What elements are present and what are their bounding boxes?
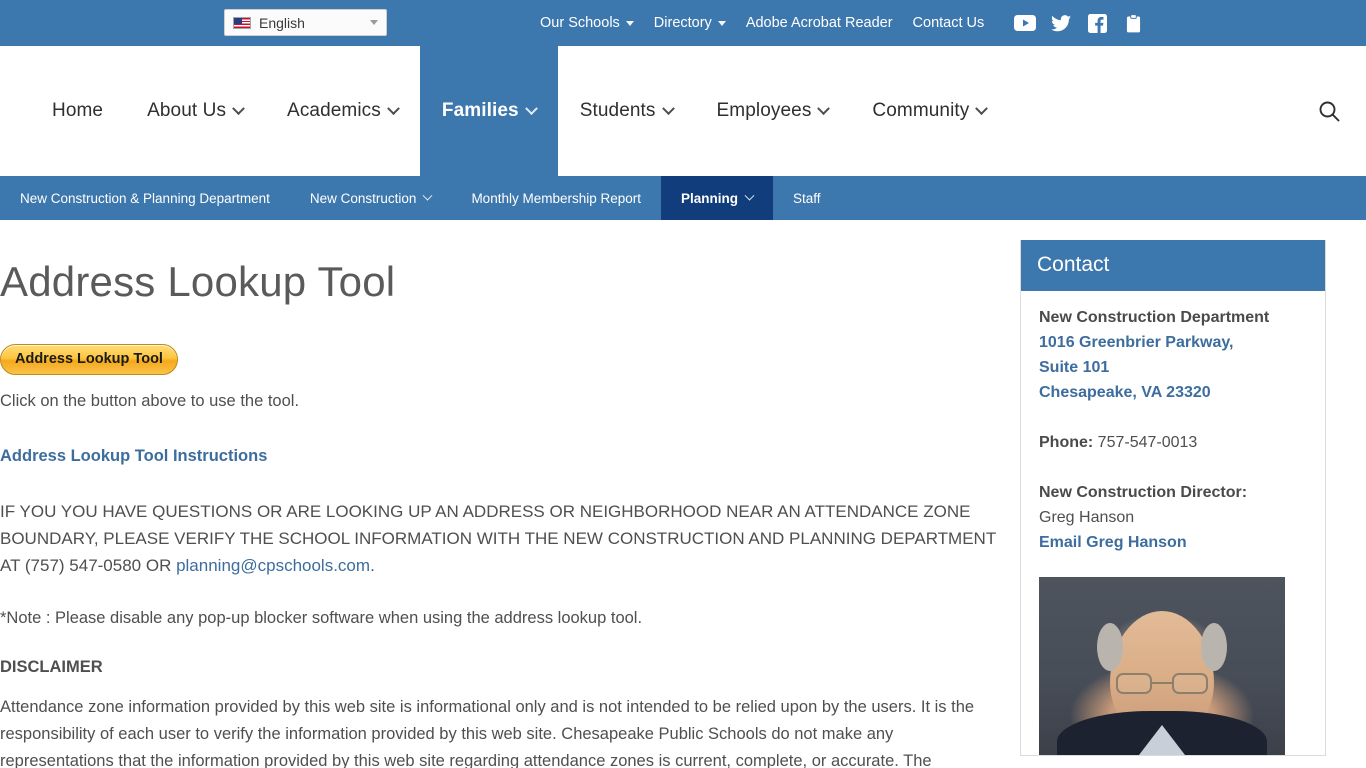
- nav-item-label: Employees: [716, 100, 812, 121]
- click-instruction-text: Click on the button above to use the too…: [0, 392, 300, 410]
- us-flag-icon: [233, 16, 251, 29]
- nav-item-label: Families: [441, 100, 519, 121]
- subnav-item-planning[interactable]: Planning: [661, 176, 774, 220]
- department-name: New Construction Department: [1039, 309, 1270, 326]
- popup-blocker-note: *Note : Please disable any pop-up blocke…: [0, 609, 643, 627]
- social-links: [1014, 12, 1144, 34]
- top-link-contact-us[interactable]: Contact Us: [903, 15, 995, 31]
- email-director-link[interactable]: Email Greg Hanson: [1039, 530, 1307, 555]
- top-utility-bar: English Our Schools Directory Adobe Acro…: [0, 0, 1366, 46]
- chevron-down-icon: [717, 20, 726, 26]
- top-link-label: Our Schools: [540, 15, 620, 31]
- main-nav-items: Home About Us Academics Families Student…: [30, 46, 1008, 176]
- address-lookup-tool-button[interactable]: Address Lookup Tool: [0, 344, 178, 375]
- main-content: Address Lookup Tool Address Lookup Tool …: [0, 220, 1060, 768]
- top-links: Our Schools Directory Adobe Acrobat Read…: [530, 0, 1144, 46]
- subnav-item-label: Monthly Membership Report: [471, 190, 642, 206]
- phone-row: Phone: 757-547-0013: [1039, 430, 1307, 455]
- nav-item-employees[interactable]: Employees: [695, 46, 851, 176]
- contact-widget-title: Contact: [1021, 240, 1325, 291]
- nav-item-label: Academics: [287, 100, 381, 121]
- chevron-down-icon: [370, 20, 378, 25]
- chevron-down-icon: [232, 101, 245, 115]
- chevron-down-icon: [975, 101, 989, 115]
- contact-widget-body: New Construction Department 1016 Greenbr…: [1021, 291, 1325, 755]
- subnav-item-label: New Construction: [309, 190, 417, 206]
- subnav-item-staff[interactable]: Staff: [773, 176, 841, 220]
- youtube-icon[interactable]: [1014, 12, 1037, 34]
- nav-item-community[interactable]: Community: [850, 46, 1008, 176]
- chevron-down-icon: [744, 190, 755, 201]
- director-label: New Construction Director:: [1039, 484, 1248, 501]
- director-name: Greg Hanson: [1039, 509, 1135, 526]
- chevron-down-icon: [422, 190, 433, 201]
- nav-item-academics[interactable]: Academics: [265, 46, 420, 176]
- chevron-down-icon: [387, 101, 400, 115]
- planning-email-link[interactable]: planning@cpschools.com: [176, 556, 370, 575]
- top-link-our-schools[interactable]: Our Schools: [530, 15, 644, 31]
- address-lookup-tool-instructions-link[interactable]: Address Lookup Tool Instructions: [0, 447, 267, 466]
- address-line-1[interactable]: 1016 Greenbrier Parkway,: [1039, 330, 1307, 355]
- nav-item-label: Home: [52, 100, 104, 121]
- search-icon[interactable]: [1314, 96, 1344, 126]
- page-title: Address Lookup Tool: [0, 258, 396, 305]
- top-link-adobe-acrobat-reader[interactable]: Adobe Acrobat Reader: [736, 15, 903, 31]
- top-link-label: Directory: [653, 15, 712, 31]
- address-line-3[interactable]: Chesapeake, VA 23320: [1039, 380, 1307, 405]
- sub-navigation: New Construction & Planning Department N…: [0, 176, 1366, 220]
- subnav-item-label: Planning: [681, 190, 739, 206]
- address-line-2[interactable]: Suite 101: [1039, 355, 1307, 380]
- chevron-down-icon: [661, 101, 675, 115]
- disclaimer-body: Attendance zone information provided by …: [0, 697, 975, 768]
- top-link-directory[interactable]: Directory: [644, 15, 736, 31]
- attendance-zone-notice: IF YOU YOU HAVE QUESTIONS OR ARE LOOKING…: [0, 498, 1000, 579]
- phone-value: 757-547-0013: [1097, 434, 1198, 451]
- top-link-label: Adobe Acrobat Reader: [745, 15, 893, 31]
- nav-item-students[interactable]: Students: [558, 46, 695, 176]
- language-selector[interactable]: English: [224, 9, 387, 36]
- main-navigation: Home About Us Academics Families Student…: [0, 46, 1366, 176]
- subnav-item-new-construction[interactable]: New Construction: [290, 176, 452, 220]
- nav-item-about-us[interactable]: About Us: [125, 46, 265, 176]
- subnav-item-label: New Construction & Planning Department: [20, 190, 270, 206]
- disclaimer-heading: DISCLAIMER: [0, 658, 103, 676]
- nav-item-label: About Us: [147, 100, 227, 121]
- clipboard-icon[interactable]: [1122, 12, 1144, 34]
- nav-item-families[interactable]: Families: [419, 46, 558, 176]
- language-label: English: [259, 14, 305, 31]
- chevron-down-icon: [625, 20, 634, 26]
- contact-widget: Contact New Construction Department 1016…: [1020, 240, 1326, 756]
- top-link-label: Contact Us: [912, 15, 985, 31]
- page-body: Address Lookup Tool Address Lookup Tool …: [0, 220, 1366, 768]
- sidebar: Contact New Construction Department 1016…: [1020, 240, 1326, 768]
- facebook-icon[interactable]: [1086, 12, 1108, 34]
- nav-item-label: Students: [579, 100, 656, 121]
- chevron-down-icon: [524, 101, 538, 115]
- twitter-icon[interactable]: [1050, 12, 1072, 34]
- phone-label: Phone:: [1039, 434, 1094, 451]
- director-portrait: [1039, 577, 1285, 755]
- notice-text-part2: .: [370, 556, 375, 575]
- notice-text-part1: IF YOU YOU HAVE QUESTIONS OR ARE LOOKING…: [0, 502, 996, 575]
- nav-item-label: Community: [872, 100, 970, 121]
- chevron-down-icon: [817, 101, 831, 115]
- subnav-item-monthly-membership-report[interactable]: Monthly Membership Report: [451, 176, 661, 220]
- nav-item-home[interactable]: Home: [30, 46, 125, 176]
- subnav-item-new-construction-planning-department[interactable]: New Construction & Planning Department: [0, 176, 290, 220]
- subnav-item-label: Staff: [793, 190, 821, 206]
